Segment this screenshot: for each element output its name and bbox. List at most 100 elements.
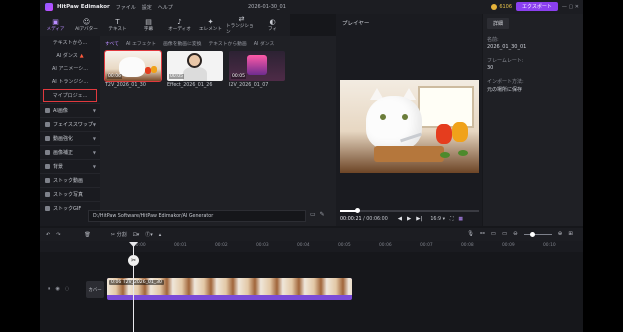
export-label: エクスポート (522, 4, 552, 10)
magnet-icon[interactable]: ▭ (491, 231, 496, 237)
tab-details[interactable]: 詳細 (487, 18, 510, 29)
face-icon (45, 122, 50, 127)
export-button[interactable]: エクスポート (516, 2, 558, 11)
ruler-tick: 00:05 (338, 243, 351, 248)
sidebar-section-background[interactable]: 背景 ▼ (40, 159, 100, 173)
cat-eye-image (402, 114, 408, 120)
tab-transition[interactable]: ⇄ トランジション (226, 14, 257, 36)
sidebar-section-stock-photo[interactable]: ストック写真 (40, 187, 100, 201)
player-controls: 00:00:21 / 00:06:00 ◀ ▶ ▶| 16:9 ▾ ⛶ ▦ (340, 216, 479, 222)
cover-button[interactable]: カバー (86, 281, 104, 298)
tab-audio[interactable]: ♪ オーディオ (164, 14, 195, 36)
snap-icon[interactable]: ▭ (502, 231, 507, 237)
zoom-slider[interactable] (523, 231, 552, 237)
section-label: フェイススワップ (53, 122, 93, 128)
sidebar-item-ai-dance[interactable]: AI ダンス ▲ (40, 49, 100, 62)
media-tab-ai-effect[interactable]: AI エフェクト (126, 40, 156, 50)
media-item[interactable]: 00:06 T2V_2026_01_30 (104, 50, 162, 88)
media-tab-text-to-video[interactable]: テキストから動画 (208, 40, 246, 50)
folder-path-field[interactable]: D:/HitPaw Software/HitPaw Edimakor/AI Ge… (88, 210, 306, 222)
media-item[interactable]: 00:05 I2V_2026_01_07 (229, 51, 285, 88)
speed-icon[interactable]: Ⓣ▾ (145, 231, 153, 238)
tab-label: オーディオ (168, 27, 191, 32)
sidebar-section-stock-video[interactable]: ストック動画 (40, 173, 100, 187)
aspect-ratio-value: 16:9 (430, 216, 442, 222)
tab-text[interactable]: T テキスト (102, 14, 133, 36)
zoom-in-icon[interactable]: ⊕ (558, 231, 563, 237)
zoom-slider-handle[interactable] (529, 231, 535, 237)
redo-icon[interactable]: ↷ (56, 232, 60, 238)
sidebar-item-ai-animation[interactable]: AI アニメーシ... (40, 62, 100, 75)
tab-label: テキスト (108, 27, 127, 32)
tab-ai-avatar[interactable]: ☺ AIアバター (71, 14, 102, 36)
stock-video-icon (45, 178, 50, 183)
tab-subtitle[interactable]: ▤ 字幕 (133, 14, 164, 36)
crop-icon[interactable]: ⊡▾ (133, 232, 140, 238)
fit-icon[interactable]: ⊞ (568, 231, 573, 237)
split-button[interactable]: ✂ 分割 (111, 231, 127, 238)
aspect-ratio-select[interactable]: 16:9 ▾ (430, 217, 445, 222)
filter-icon: ◐ (269, 18, 276, 26)
more-icon[interactable]: ▴ (159, 232, 162, 238)
sidebar-section-image-fix[interactable]: 画像補正 ▼ (40, 145, 100, 159)
media-thumbnail: 00:06 (104, 50, 162, 82)
tab-filter[interactable]: ◐ フィ (257, 14, 288, 36)
grid-icon[interactable]: ▦ (458, 217, 463, 222)
chevron-down-icon: ▼ (92, 150, 96, 155)
tab-element[interactable]: ✦ エレメント (195, 14, 226, 36)
sidebar-item-my-projects[interactable]: マイプロジェ... (43, 89, 97, 102)
media-tab-ai-dance[interactable]: AI ダンス (254, 40, 275, 50)
sidebar-item-label: AI ダンス (56, 53, 78, 59)
media-tab-image-to-video[interactable]: 画像を動画に変換 (163, 40, 201, 50)
sidebar-item-text-to-video[interactable]: テキストから... (40, 36, 100, 49)
play-icon[interactable]: ▶ (407, 216, 411, 222)
timeline-toolbar: ↶ ↷ 🗑 ✂ 分割 ⊡▾ Ⓣ▾ ▴ 🎙 ⚯ ▭ ▭ ⊖ ⊕ ⊞ (40, 228, 583, 241)
track-lock-icon[interactable]: ⏸ (48, 286, 51, 292)
step-back-icon[interactable]: ◀ (398, 216, 402, 222)
step-forward-icon[interactable]: ▶| (416, 216, 422, 222)
timeline-clip[interactable]: 0:06 T2V_2026_01_30 (107, 278, 352, 300)
sidebar-section-video-enhance[interactable]: 動画強化 ▼ (40, 131, 100, 145)
edit-icon[interactable]: ✎ (320, 211, 325, 218)
leaf-image (458, 150, 468, 156)
fullscreen-icon[interactable]: ⛶ (450, 216, 453, 222)
menu-help[interactable]: ヘルプ (158, 4, 173, 11)
sidebar-section-ai-image[interactable]: AI画像 ▼ (40, 103, 100, 117)
zoom-out-icon[interactable]: ⊖ (513, 231, 518, 237)
media-tab-all[interactable]: すべて (105, 40, 119, 50)
menu-file[interactable]: ファイル (116, 4, 136, 11)
media-name: Effect_2026_01_26 (167, 83, 213, 88)
sidebar-section-face-swap[interactable]: フェイススワップ ▼ (40, 117, 100, 131)
window-image (418, 86, 474, 128)
folder-icon[interactable]: ▭ (310, 211, 316, 218)
playback-scrubber[interactable] (340, 208, 479, 213)
section-label: 背景 (53, 164, 64, 170)
section-label: AI画像 (53, 108, 68, 114)
scrubber-handle[interactable] (354, 208, 360, 213)
video-preview[interactable] (340, 80, 479, 173)
ruler-tick: 00:08 (461, 243, 474, 248)
window-controls[interactable]: — ▢ ✕ (562, 4, 579, 10)
ruler-tick: 00:04 (297, 243, 310, 248)
track-visibility-icon[interactable]: ◉ (56, 286, 60, 292)
tab-media[interactable]: ▣ メディア (40, 14, 71, 36)
chevron-down-icon: ▼ (92, 122, 96, 127)
player-panel: プレイヤー 00:00:21 / 00:06:00 ◀ ▶ ▶| 16:9 ▾ … (336, 14, 482, 226)
ruler-tick: 00:03 (256, 243, 269, 248)
track-mute-icon[interactable]: ◌ (65, 286, 69, 292)
undo-icon[interactable]: ↶ (46, 232, 50, 238)
microphone-icon[interactable]: 🎙 (467, 231, 474, 237)
fire-icon: ▲ (79, 52, 84, 59)
delete-icon[interactable]: 🗑 (84, 232, 90, 238)
sidebar-item-ai-transition[interactable]: AI トランジシ... (40, 75, 100, 88)
section-label: ストック写真 (53, 192, 84, 198)
cutting-board-image (374, 146, 444, 162)
chevron-down-icon: ▼ (92, 164, 96, 169)
media-item[interactable]: 00:05 Effect_2026_01_26 (167, 51, 223, 88)
framerate-label: フレームレート: (487, 58, 524, 64)
project-title: 2026-01-30_01 (248, 4, 286, 10)
menu-settings[interactable]: 設定 (142, 4, 152, 11)
link-icon[interactable]: ⚯ (480, 231, 485, 237)
media-name: T2V_2026_01_30 (105, 83, 146, 88)
credits-badge[interactable]: 6106 (491, 3, 512, 10)
